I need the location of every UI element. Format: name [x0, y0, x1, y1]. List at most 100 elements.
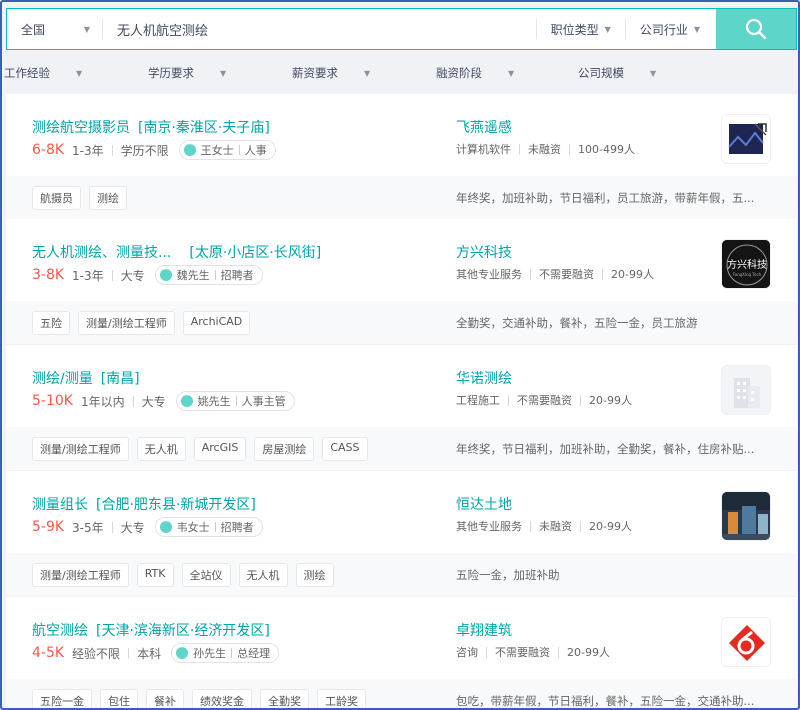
company-name[interactable]: 恒达土地	[456, 494, 512, 514]
divider	[111, 144, 113, 156]
industry-label: 公司行业	[639, 22, 688, 37]
job-tag: 测量/测绘工程师	[32, 562, 129, 587]
company-info: 工程施工 不需要融资 20-99人	[456, 392, 632, 408]
salary: 4-5K	[32, 645, 65, 661]
job-tag: 测绘	[89, 185, 127, 210]
education: 学历不限	[120, 143, 169, 158]
divider	[569, 143, 570, 155]
company-logo[interactable]	[721, 491, 771, 541]
job-tags: 五险一金 包住 餐补 绩效奖金 全勤奖 工龄奖	[32, 688, 366, 708]
job-tag: 测量/测绘工程师	[32, 436, 129, 461]
divider	[530, 268, 531, 280]
chat-icon	[159, 266, 172, 281]
search-button[interactable]	[716, 9, 796, 49]
recruiter-chip[interactable]: 王女士 人事	[178, 140, 276, 160]
filter-salary[interactable]: 薪资要求 ▼	[292, 65, 370, 81]
recruiter-chip[interactable]: 韦女士 招聘者	[154, 517, 263, 537]
welfare-text: 五险一金，加班补助	[456, 567, 560, 582]
job-tag: 五险一金	[32, 688, 92, 708]
company-info: 其他专业服务 不需要融资 20-99人	[456, 266, 654, 282]
company-size: 20-99人	[589, 520, 632, 533]
company-info: 咨询 不需要融资 20-99人	[456, 644, 610, 660]
company-logo-image: 方兴科技 FangXing Tech	[722, 240, 770, 288]
education: 本科	[137, 646, 162, 661]
chevron-down-icon: ▼	[364, 68, 371, 78]
divider	[580, 520, 581, 532]
chat-icon	[183, 141, 196, 156]
company-logo[interactable]	[721, 114, 771, 164]
company-name[interactable]: 华诺测绘	[456, 368, 512, 388]
recruiter-title: 人事主管	[241, 395, 286, 408]
search-icon	[745, 18, 767, 40]
job-card[interactable]: 测绘/测量 [南昌] 5-10K 1年以内 大专 姚先生 人事主管 华诺测绘	[6, 345, 797, 470]
filter-label: 工作经验	[4, 66, 50, 80]
company-funding: 不需要融资	[539, 268, 594, 281]
filter-funding[interactable]: 融资阶段 ▼	[436, 65, 514, 81]
company-logo[interactable]	[721, 617, 771, 667]
job-title[interactable]: 测绘/测量 [南昌]	[32, 368, 140, 388]
recruiter-name: 王女士	[200, 144, 234, 157]
company-name[interactable]: 飞燕遥感	[456, 117, 512, 137]
divider	[214, 270, 216, 280]
recruiter-title: 招聘者	[220, 521, 254, 534]
job-info: 3-8K 1-3年 大专 魏先生 招聘者	[32, 264, 263, 286]
recruiter-chip[interactable]: 姚先生 人事主管	[175, 391, 295, 411]
job-tags: 五险 测量/测绘工程师 ArchiCAD	[32, 310, 251, 335]
experience: 1-3年	[72, 143, 104, 158]
company-logo[interactable]: 方兴科技 FangXing Tech	[721, 239, 771, 289]
divider	[128, 647, 130, 659]
job-title[interactable]: 航空测绘 [天津·滨海新区·经济开发区]	[32, 620, 270, 640]
divider	[558, 646, 559, 658]
filter-experience[interactable]: 工作经验 ▼	[4, 65, 82, 81]
filter-label: 融资阶段	[436, 66, 482, 80]
recruiter-title: 总经理	[237, 647, 271, 660]
recruiter-title: 招聘者	[220, 269, 254, 282]
company-name[interactable]: 卓翔建筑	[456, 620, 512, 640]
industry-select[interactable]: 公司行业 ▼	[624, 19, 716, 39]
filter-company-size[interactable]: 公司规模 ▼	[578, 65, 656, 81]
job-title-text: 无人机测绘、测量技...	[32, 245, 172, 261]
filter-bar: 工作经验 ▼ 学历要求 ▼ 薪资要求 ▼ 融资阶段 ▼ 公司规模 ▼	[2, 58, 798, 88]
job-tags: 测量/测绘工程师 无人机 ArcGIS 房屋测绘 CASS	[32, 436, 368, 461]
recruiter-chip[interactable]: 魏先生 招聘者	[154, 265, 263, 285]
company-industry: 其他专业服务	[456, 268, 522, 281]
filter-education[interactable]: 学历要求 ▼	[148, 65, 226, 81]
job-tag: 测量/测绘工程师	[78, 310, 175, 335]
job-area: [合肥·肥东县·新城开发区]	[96, 497, 256, 513]
welfare-text: 年终奖，节日福利，加班补助，全勤奖，餐补，住房补贴...	[456, 441, 755, 456]
job-title[interactable]: 无人机测绘、测量技... [太原·小店区·长风街]	[32, 242, 321, 262]
job-title[interactable]: 测量组长 [合肥·肥东县·新城开发区]	[32, 494, 256, 514]
job-tag: 航摄员	[32, 185, 81, 210]
job-card[interactable]: 测绘航空摄影员 [南京·秦淮区·夫子庙] 6-8K 1-3年 学历不限 王女士 人…	[6, 94, 797, 219]
job-card[interactable]: 无人机测绘、测量技... [太原·小店区·长风街] 3-8K 1-3年 大专 魏先…	[6, 219, 797, 344]
recruiter-chip[interactable]: 孙先生 总经理	[171, 643, 280, 663]
job-title-text: 航空测绘	[32, 623, 88, 639]
city-select[interactable]: 全国 ▼	[7, 19, 103, 39]
job-card[interactable]: 航空测绘 [天津·滨海新区·经济开发区] 4-5K 经验不限 本科 孙先生 总经理…	[6, 597, 797, 708]
company-funding: 未融资	[528, 143, 561, 156]
recruiter-name: 魏先生	[176, 269, 210, 282]
chat-icon	[176, 644, 189, 659]
job-tag: 工龄奖	[317, 688, 366, 708]
job-tag: RTK	[136, 562, 174, 587]
company-funding: 不需要融资	[495, 646, 550, 659]
salary: 3-8K	[32, 267, 65, 283]
divider	[519, 143, 520, 155]
company-name[interactable]: 方兴科技	[456, 242, 512, 262]
divider	[231, 648, 233, 658]
job-card[interactable]: 测量组长[合肥·肥东县·新城开发区] 5-9K 3-5年 大专 韦女士 招聘者 …	[6, 471, 797, 596]
logo-text: 方兴科技	[727, 258, 767, 271]
position-type-select[interactable]: 职位类型 ▼	[535, 19, 625, 39]
building-icon	[722, 366, 770, 414]
city-label: 全国	[21, 22, 46, 37]
search-input[interactable]	[103, 9, 536, 49]
filter-label: 薪资要求	[292, 66, 338, 80]
job-title[interactable]: 测绘航空摄影员 [南京·秦淮区·夫子庙]	[32, 117, 270, 137]
job-tag: 五险	[32, 310, 70, 335]
divider	[111, 521, 113, 533]
job-tag: 房屋测绘	[254, 436, 315, 461]
recruiter-title: 人事	[244, 144, 267, 157]
job-tag: 全站仪	[181, 562, 231, 587]
company-logo-image	[722, 618, 770, 666]
company-logo[interactable]	[721, 365, 771, 415]
